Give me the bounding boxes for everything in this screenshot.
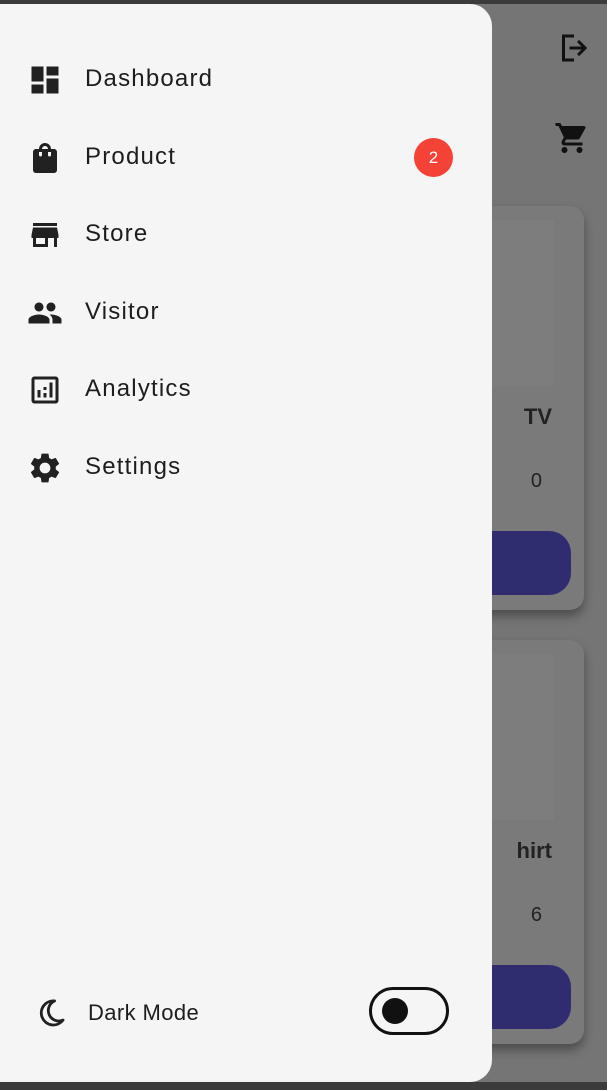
drawer-item-label: Store — [85, 220, 149, 247]
drawer-item-analytics[interactable]: Analytics — [0, 360, 492, 420]
people-icon — [28, 302, 62, 324]
shopping-bag-icon — [33, 143, 57, 173]
dark-mode-label: Dark Mode — [88, 1000, 200, 1025]
drawer-item-label: Analytics — [85, 375, 192, 402]
drawer-item-product[interactable]: Product 2 — [0, 128, 492, 188]
drawer-item-label: Product — [85, 143, 177, 170]
notification-badge: 2 — [414, 138, 453, 177]
dark-mode-toggle[interactable] — [369, 987, 449, 1035]
dark-mode-row: Dark Mode — [0, 982, 492, 1042]
drawer-item-dashboard[interactable]: Dashboard — [0, 50, 492, 110]
moon-icon — [39, 999, 65, 1027]
gear-icon — [30, 453, 60, 483]
bottom-strip — [0, 1082, 607, 1090]
drawer-item-label: Settings — [85, 453, 182, 480]
drawer-item-store[interactable]: Store — [0, 205, 492, 265]
cart-icon[interactable] — [554, 120, 590, 156]
drawer-item-visitor[interactable]: Visitor — [0, 283, 492, 343]
analytics-icon — [31, 376, 59, 404]
drawer-item-label: Visitor — [85, 298, 160, 325]
drawer-item-settings[interactable]: Settings — [0, 438, 492, 498]
navigation-drawer: Dashboard Product 2 Store Visitor Analyt… — [0, 4, 492, 1082]
store-icon — [31, 223, 59, 247]
dashboard-icon — [31, 66, 59, 94]
toggle-knob — [382, 998, 408, 1024]
logout-icon[interactable] — [556, 30, 592, 66]
drawer-item-label: Dashboard — [85, 65, 214, 92]
